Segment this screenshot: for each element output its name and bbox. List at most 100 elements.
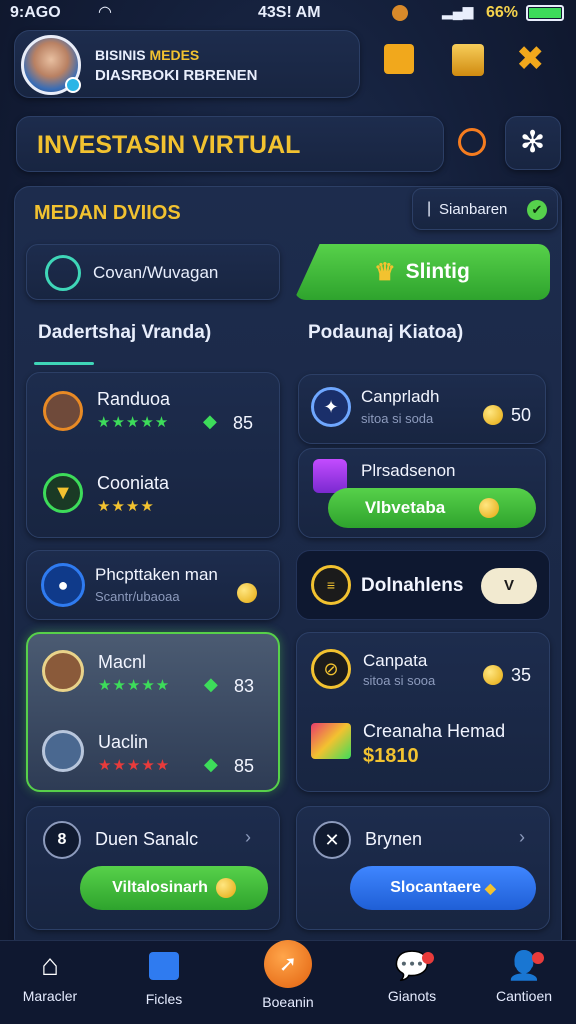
badge-icon: 8 bbox=[43, 821, 81, 859]
search-field[interactable]: Covan/Wuvagan bbox=[26, 244, 280, 300]
nav-label: Cantioen bbox=[495, 988, 553, 1004]
gear-icon: ✻ bbox=[520, 126, 546, 159]
rating-stars: ★★★★★ bbox=[97, 414, 170, 431]
asset-name: Plrsadsenon bbox=[361, 461, 456, 480]
rating-stars: ★★★★ bbox=[97, 498, 155, 515]
check-icon: ✔ bbox=[527, 200, 547, 220]
tools-icon[interactable]: ✖ bbox=[516, 42, 545, 76]
home-icon: ⌂ bbox=[40, 949, 60, 982]
action-button-label: Slocantaere bbox=[390, 879, 481, 896]
battery-percent: 66% bbox=[486, 4, 519, 21]
rocket-icon: ➚ bbox=[264, 940, 312, 988]
note-icon[interactable] bbox=[384, 44, 414, 74]
notification-dot bbox=[532, 952, 544, 964]
asset-name: Phcpttaken man bbox=[95, 565, 218, 584]
gamepad-icon: ● bbox=[41, 563, 85, 607]
settings-button[interactable]: ✻ bbox=[505, 116, 561, 170]
swords-icon: ✕ bbox=[313, 821, 351, 859]
status-badge-label: Sianbaren bbox=[439, 201, 508, 218]
nav-item-profile[interactable]: 👤 Cantioen bbox=[474, 950, 574, 1004]
investor-avatar bbox=[42, 650, 84, 692]
header-accent: MEDES bbox=[149, 47, 200, 63]
search-label: Covan/Wuvagan bbox=[93, 263, 219, 282]
gem-icon: ◆ bbox=[484, 879, 496, 896]
nav-item-files[interactable]: Ficles bbox=[114, 950, 214, 1007]
asset-subtitle: sitoa si sooa bbox=[363, 673, 436, 688]
asset-value: 85 bbox=[233, 413, 254, 433]
battery-icon bbox=[526, 5, 564, 21]
asset-card-left-1[interactable]: Randuoa ★★★★★ ◆ 85 ▼ Cooniata ★★★★ bbox=[26, 372, 280, 538]
action-button-right-5[interactable]: Slocantaere ◆ bbox=[350, 866, 536, 910]
asset-value: 83 bbox=[234, 676, 255, 696]
coin-icon bbox=[483, 665, 503, 685]
asset-name: Dolnahlens bbox=[361, 575, 464, 596]
nav-label: Ficles bbox=[145, 991, 183, 1007]
lines-icon: ≡ bbox=[311, 565, 351, 605]
primary-action-label: Slintig bbox=[405, 260, 470, 283]
asset-subtitle: Scantr/ubaoaa bbox=[95, 589, 180, 604]
box-icon[interactable] bbox=[452, 44, 484, 76]
chart-icon bbox=[149, 952, 179, 980]
title-bar: INVESTASIN VIRTUAL bbox=[16, 116, 444, 172]
dagger-icon: ✦ bbox=[311, 387, 351, 427]
nav-item-center[interactable]: ➚ Boeanin bbox=[238, 940, 338, 1010]
asset-name: Uaclin bbox=[98, 732, 149, 752]
asset-name: Cooniata bbox=[97, 473, 170, 493]
asset-card-left-3[interactable]: Macnl ★★★★★ ◆ 83 Uaclin ★★★★★ ◆ 85 bbox=[26, 632, 280, 792]
dropdown-toggle[interactable]: V bbox=[481, 568, 537, 604]
rating-stars: ★★★★★ bbox=[98, 677, 171, 694]
asset-value: 35 bbox=[511, 665, 532, 685]
chevron-right-icon[interactable]: › bbox=[519, 827, 525, 848]
column-heading-underline bbox=[34, 362, 94, 365]
asset-name: Randuoa bbox=[97, 389, 171, 409]
page-title: INVESTASIN VIRTUAL bbox=[37, 131, 301, 159]
verified-badge-icon bbox=[65, 77, 81, 93]
magnifier-icon bbox=[45, 255, 81, 291]
header-line2: DIASRBOKI RBRENEN bbox=[95, 67, 258, 84]
gem-icon: ◆ bbox=[204, 754, 218, 774]
crown-icon: ♛ bbox=[374, 258, 396, 286]
signal-icon: ▂▄▆ bbox=[442, 3, 474, 19]
nav-item-chats[interactable]: 💬 Gianots bbox=[362, 950, 462, 1004]
wifi-icon: ◠ bbox=[98, 4, 112, 21]
clock-text: 43S! AM bbox=[258, 4, 321, 21]
coin-icon bbox=[215, 878, 236, 898]
asset-name: Duen Sanalc bbox=[95, 829, 199, 849]
shield-icon: ▼ bbox=[43, 473, 83, 513]
asset-name: Canpata bbox=[363, 651, 428, 670]
gem-icon: ◆ bbox=[204, 674, 218, 694]
nav-label: Boeanin bbox=[262, 994, 314, 1010]
action-button-label: Viltalosinarh bbox=[112, 879, 208, 896]
asset-value: 85 bbox=[234, 756, 255, 776]
nav-item-home[interactable]: ⌂ Maracler bbox=[0, 949, 100, 1005]
asset-card-right-1[interactable]: ✦ Canprladh sitoa si soda 50 bbox=[298, 374, 546, 444]
gem-icon: ◆ bbox=[203, 411, 217, 431]
status-badge[interactable]: | Sianbaren ✔ bbox=[412, 188, 558, 230]
asset-name: Creanaha Hemad bbox=[363, 721, 506, 741]
asset-name: Macnl bbox=[98, 652, 147, 672]
coin-icon bbox=[483, 405, 503, 425]
action-button-right-2[interactable]: Vlbvetaba bbox=[328, 488, 536, 528]
primary-action-button[interactable]: ♛ Slintig bbox=[294, 244, 550, 300]
action-button-label: Vlbvetaba bbox=[364, 498, 446, 517]
asset-value: 50 bbox=[511, 405, 532, 425]
investor-avatar bbox=[43, 391, 83, 431]
status-bar: 9:AGO ◠ 43S! AM ▂▄▆ 66% bbox=[0, 0, 576, 26]
asset-price: $1810 bbox=[363, 745, 419, 767]
coin-icon bbox=[237, 583, 257, 603]
chevron-right-icon[interactable]: › bbox=[245, 827, 251, 848]
asset-card-left-2[interactable]: ● Phcpttaken man Scantr/ubaoaa bbox=[26, 550, 280, 620]
notification-dot bbox=[422, 952, 434, 964]
asset-card-right-3[interactable]: ≡ Dolnahlens V bbox=[296, 550, 550, 620]
search-icon[interactable] bbox=[458, 128, 486, 156]
header-line1: BISINIS MEDES bbox=[95, 47, 200, 63]
asset-card-right-4[interactable]: ⊘ Canpata sitoa si sooa 35 Creanaha Hema… bbox=[296, 632, 550, 792]
rating-stars: ★★★★★ bbox=[98, 757, 171, 774]
asset-name: Brynen bbox=[365, 829, 423, 849]
action-button-left-4[interactable]: Viltalosinarh bbox=[80, 866, 268, 910]
section-title: MEDAN DVIIOS bbox=[34, 202, 181, 224]
investor-avatar bbox=[42, 730, 84, 772]
column-heading-right: Podaunaj Kiatoa) bbox=[308, 322, 464, 343]
nav-label: Gianots bbox=[387, 988, 437, 1004]
nav-label: Maracler bbox=[22, 988, 78, 1004]
